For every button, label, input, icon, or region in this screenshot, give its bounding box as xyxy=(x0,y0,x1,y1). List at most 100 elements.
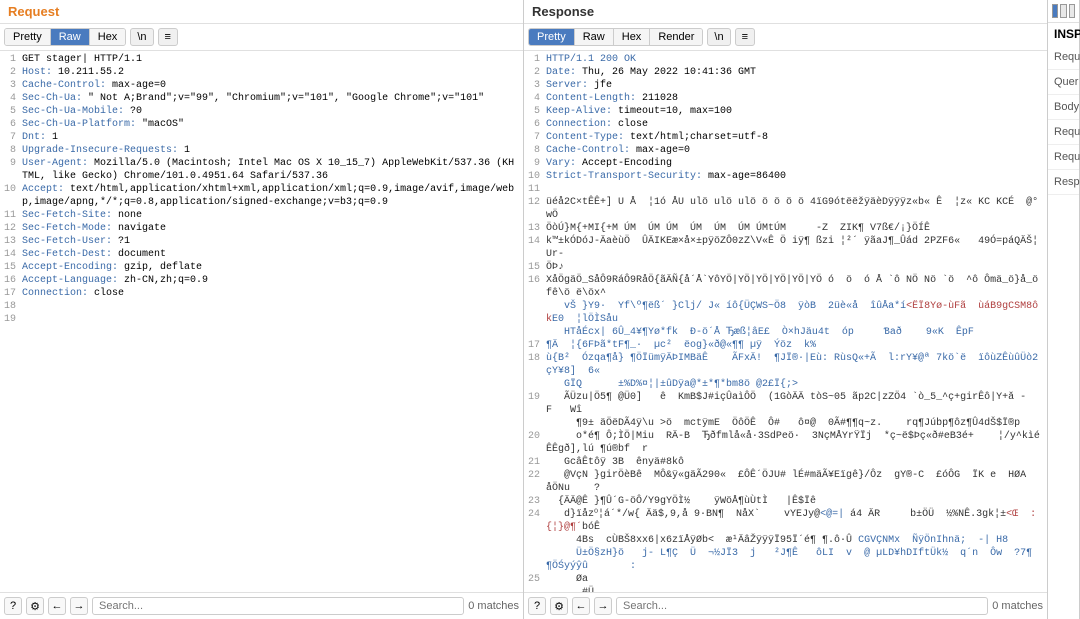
request-header: Request xyxy=(0,0,523,24)
code-line: 23 {ÄÄ@Ê }¶Û´G-öÔ/Y9gYÖÌ½ ÿWöÅ¶ùÙtÌ |Ê$Ï… xyxy=(524,495,1047,508)
line-text: Dnt: 1 xyxy=(22,131,523,144)
line-text: k™±kÓDóJ-ÄaèùÖ ÛÄIKEæ×å×±pÿöZÔ0zZ\V«Ê Ö … xyxy=(546,235,1047,261)
help-icon[interactable]: ? xyxy=(528,597,546,615)
line-text: ù{B² Ózqa¶å} ¶ÖÏümÿÄÞIMBäÊ ÃFxÄ! ¶JÏ®·|E… xyxy=(546,352,1047,378)
newline-toggle[interactable]: \n xyxy=(130,28,153,46)
gear-icon[interactable]: ⚙ xyxy=(550,597,568,615)
line-text: User-Agent: Mozilla/5.0 (Macintosh; Inte… xyxy=(22,157,523,183)
line-text: Accept-Encoding: gzip, deflate xyxy=(22,261,523,274)
tab-hex[interactable]: Hex xyxy=(614,29,651,45)
tab-raw[interactable]: Raw xyxy=(575,29,614,45)
line-number: 13 xyxy=(0,235,22,248)
line-number xyxy=(524,300,546,326)
line-number: 15 xyxy=(0,261,22,274)
tab-pretty[interactable]: Pretty xyxy=(529,29,575,45)
response-title: Response xyxy=(532,4,594,19)
code-line: 17¶Ä ¦{6FÞã*tF¶_· µc² ëog}«ð@«¶¶ µÿ Ýöz … xyxy=(524,339,1047,352)
line-text: Sec-Fetch-Mode: navigate xyxy=(22,222,523,235)
line-text: Ü±Ö§zH}ö j- L¶Ç Ü ¬½JÏ3 j ²J¶Ê ôLI v @ µ… xyxy=(546,547,1047,573)
request-panel: Request Pretty Raw Hex \n ≡ 1GET stager|… xyxy=(0,0,524,619)
tab-hex[interactable]: Hex xyxy=(90,29,126,45)
code-line: 8Cache-Control: max-age=0 xyxy=(524,144,1047,157)
inspector-item[interactable]: Resp xyxy=(1048,170,1079,195)
line-text: ¶Ä ¦{6FÞã*tF¶_· µc² ëog}«ð@«¶¶ µÿ Ýöz k% xyxy=(546,339,1047,352)
inspector-item[interactable]: Requ xyxy=(1048,45,1079,70)
newline-toggle[interactable]: \n xyxy=(707,28,730,46)
inspector-item[interactable]: Requ xyxy=(1048,120,1079,145)
line-number: 18 xyxy=(524,352,546,378)
line-number: 21 xyxy=(524,456,546,469)
line-text xyxy=(22,313,523,326)
code-line: 2Date: Thu, 26 May 2022 10:41:36 GMT xyxy=(524,66,1047,79)
line-text: Connection: close xyxy=(546,118,1047,131)
response-header: Response xyxy=(524,0,1047,24)
request-title: Request xyxy=(8,4,59,19)
code-line: GÏQ ±%D%¤¦|±ûDÿa@*±*¶*bm8ö @2£Ï{;> xyxy=(524,378,1047,391)
code-line: 11 xyxy=(524,183,1047,196)
code-line: ¶9± äÖëDÃ4ÿ\u >ö mctÿmE ÖôÖÊ Ô# ô¤@ 0Ã#¶… xyxy=(524,417,1047,430)
code-line: 14k™±kÓDóJ-ÄaèùÖ ÛÄIKEæ×å×±pÿöZÔ0zZ\V«Ê … xyxy=(524,235,1047,261)
code-line: 13Sec-Fetch-User: ?1 xyxy=(0,235,523,248)
line-text: {ÄÄ@Ê }¶Û´G-öÔ/Y9gYÖÌ½ ÿWöÅ¶ùÙtÌ |Ê$Ïê xyxy=(546,495,1047,508)
request-toolbar: Pretty Raw Hex \n ≡ xyxy=(0,24,523,51)
code-line: 16XåÖgäÖ_SåÔ9RáÔ9RåÖ{ãÄÑ{å´Å`YôYÖ|YÖ|YÖ|… xyxy=(524,274,1047,300)
line-text: Accept-Language: zh-CN,zh;q=0.9 xyxy=(22,274,523,287)
response-content[interactable]: 1HTTP/1.1 200 OK2Date: Thu, 26 May 2022 … xyxy=(524,51,1047,592)
line-text: Øa xyxy=(546,573,1047,586)
line-text: o*é¶ Ô;ÌÖ|Miu RÄ-B Ꚋðfmlå«å·3SdPeö· 3NçM… xyxy=(546,430,1047,456)
line-text: XåÖgäÖ_SåÔ9RáÔ9RåÖ{ãÄÑ{å´Å`YôYÖ|YÖ|YÖ|YÖ… xyxy=(546,274,1047,300)
line-number: 7 xyxy=(524,131,546,144)
inspector-item[interactable]: Requ xyxy=(1048,145,1079,170)
inspector-item[interactable]: Body xyxy=(1048,95,1079,120)
code-line: 8Upgrade-Insecure-Requests: 1 xyxy=(0,144,523,157)
view-columns-icon[interactable] xyxy=(1052,4,1058,18)
response-matches: 0 matches xyxy=(992,600,1043,612)
line-text: üéå2C×tÊÊ+] U Å ¦1ó ÅU ulö ulö ulö ö ö ö… xyxy=(546,196,1047,222)
response-search-input[interactable] xyxy=(616,597,988,615)
prev-icon[interactable]: ← xyxy=(572,597,590,615)
line-number: 15 xyxy=(524,261,546,274)
line-text: GcâÊtôÿ 3B ênyä#8kô xyxy=(546,456,1047,469)
view-single-icon[interactable] xyxy=(1069,4,1075,18)
request-content[interactable]: 1GET stager| HTTP/1.12Host: 10.211.55.23… xyxy=(0,51,523,592)
gear-icon[interactable]: ⚙ xyxy=(26,597,44,615)
line-number: 7 xyxy=(0,131,22,144)
hamburger-icon[interactable]: ≡ xyxy=(735,28,755,46)
line-number: 12 xyxy=(524,196,546,222)
code-line: 7Content-Type: text/html;charset=utf-8 xyxy=(524,131,1047,144)
next-icon[interactable]: → xyxy=(594,597,612,615)
code-line: 1HTTP/1.1 200 OK xyxy=(524,53,1047,66)
line-number: 22 xyxy=(524,469,546,495)
line-number: 16 xyxy=(524,274,546,300)
response-panel: Response Pretty Raw Hex Render \n ≡ 1HTT… xyxy=(524,0,1048,619)
inspector-item[interactable]: Quer xyxy=(1048,70,1079,95)
line-number: 23 xyxy=(524,495,546,508)
view-horizontal-icon[interactable] xyxy=(1060,4,1066,18)
next-icon[interactable]: → xyxy=(70,597,88,615)
line-text: @VçN }girÖèBê MÔ&ÿ«gäÃ290« £ÔÊ´ÖJU# lÉ#m… xyxy=(546,469,1047,495)
response-view-tabs: Pretty Raw Hex Render xyxy=(528,28,703,46)
line-number: 2 xyxy=(524,66,546,79)
help-icon[interactable]: ? xyxy=(4,597,22,615)
code-line: 12Sec-Fetch-Mode: navigate xyxy=(0,222,523,235)
line-text: Accept: text/html,application/xhtml+xml,… xyxy=(22,183,523,209)
tab-pretty[interactable]: Pretty xyxy=(5,29,51,45)
line-number xyxy=(524,417,546,430)
code-line: 19 ÃÜzu|Ö5¶ @Ü0] ê KmB$J#içÛaìÔÖ (1GòÄÄ … xyxy=(524,391,1047,417)
line-number: 6 xyxy=(0,118,22,131)
code-line: 14Sec-Fetch-Dest: document xyxy=(0,248,523,261)
request-search-input[interactable] xyxy=(92,597,464,615)
line-number: 11 xyxy=(0,209,22,222)
line-number: 19 xyxy=(524,391,546,417)
hamburger-icon[interactable]: ≡ xyxy=(158,28,178,46)
prev-icon[interactable]: ← xyxy=(48,597,66,615)
line-text: Content-Length: 211028 xyxy=(546,92,1047,105)
line-number: 17 xyxy=(524,339,546,352)
tab-raw[interactable]: Raw xyxy=(51,29,90,45)
line-text: GÏQ ±%D%¤¦|±ûDÿa@*±*¶*bm8ö @2£Ï{;> xyxy=(546,378,1047,391)
code-line: 22 @VçN }girÖèBê MÔ&ÿ«gäÃ290« £ÔÊ´ÖJU# l… xyxy=(524,469,1047,495)
code-line: 24 d}ïåz⁰¦á´*/w{ Ää$,9,å 9·BN¶ NåX` vYEJ… xyxy=(524,508,1047,534)
line-number: 16 xyxy=(0,274,22,287)
line-number: 11 xyxy=(524,183,546,196)
tab-render[interactable]: Render xyxy=(650,29,702,45)
